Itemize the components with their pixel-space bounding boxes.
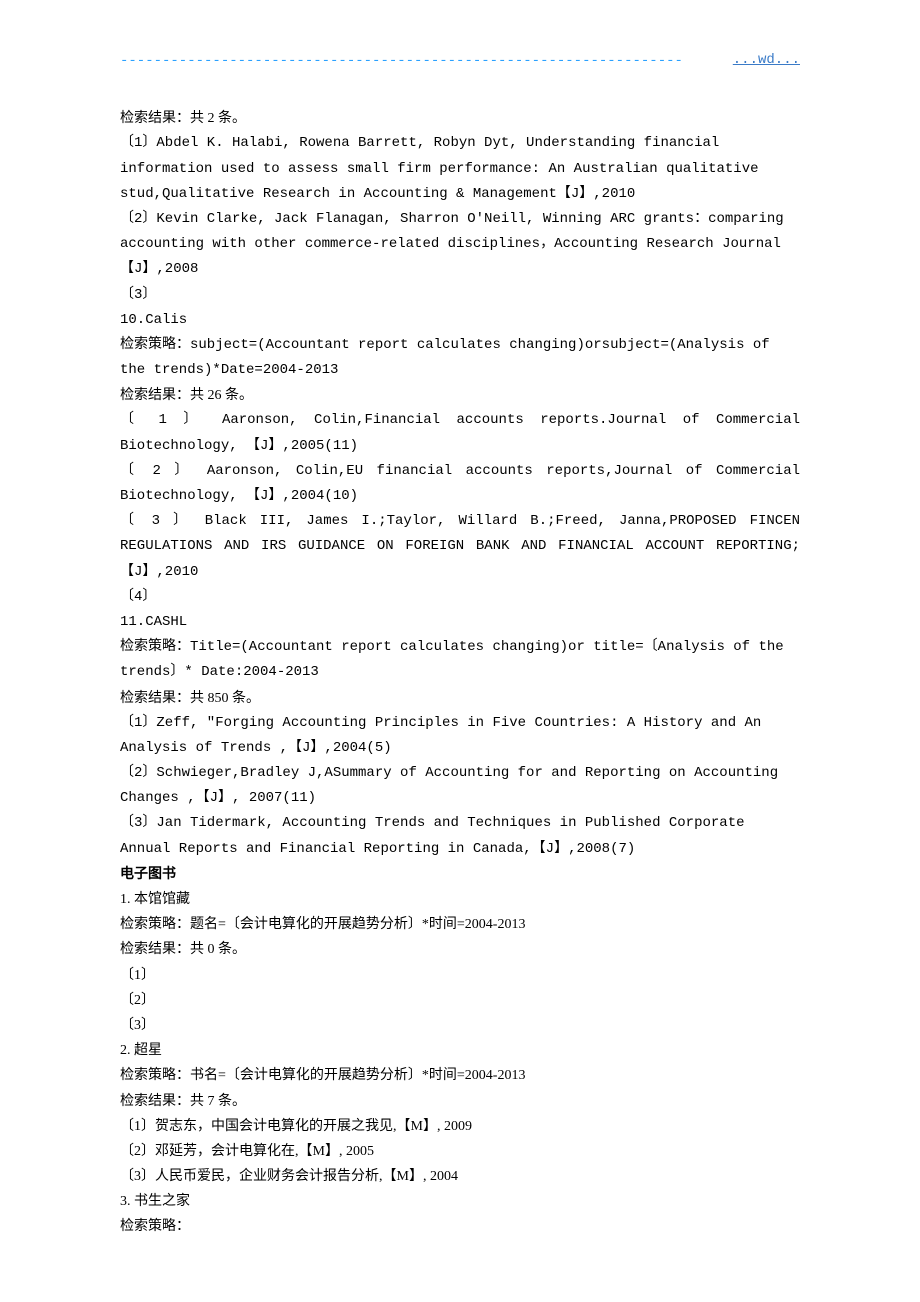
section-heading-11: 11.CASHL (120, 610, 800, 635)
citation-item: 〔2〕Schwieger,Bradley J,ASummary of Accou… (120, 761, 800, 811)
result-count: 检索结果：共 7 条。 (120, 1089, 800, 1114)
search-strategy: 检索策略：题名=〔会计电算化的开展趋势分析〕*时间=2004-2013 (120, 912, 800, 937)
ebook-section-title: 电子图书 (120, 862, 800, 887)
citation-item: 〔1〕贺志东，中国会计电算化的开展之我见,【M】, 2009 (120, 1114, 800, 1139)
citation-item: 〔3〕 (120, 283, 800, 308)
search-strategy: 检索策略：subject=(Accountant report calculat… (120, 333, 800, 383)
citation-item: 〔4〕 (120, 585, 800, 610)
result-count: 检索结果：共 850 条。 (120, 686, 800, 711)
citation-item: 〔 2 〕 Aaronson, Colin,EU financial accou… (120, 459, 800, 509)
citation-item: 〔1〕Abdel K. Halabi, Rowena Barrett, Roby… (120, 131, 800, 207)
citation-item: 〔2〕 (120, 988, 800, 1013)
result-count: 检索结果：共 2 条。 (120, 106, 800, 131)
section-heading-10: 10.Calis (120, 308, 800, 333)
citation-item: 〔3〕人民币爱民，企业财务会计报告分析,【M】, 2004 (120, 1164, 800, 1189)
header-wd-link: ...wd... (733, 48, 800, 73)
search-strategy: 检索策略：Title=(Accountant report calculates… (120, 635, 800, 685)
citation-item: 〔2〕邓延芳，会计电算化在,【M】, 2005 (120, 1139, 800, 1164)
search-strategy: 检索策略： (120, 1214, 800, 1239)
document-page: ...wd... -------------------------------… (0, 0, 920, 1300)
header-dashes: ----------------------------------------… (120, 53, 683, 69)
citation-item: 〔3〕 (120, 1013, 800, 1038)
citation-item: 〔2〕Kevin Clarke, Jack Flanagan, Sharron … (120, 207, 800, 283)
page-header: ...wd... -------------------------------… (120, 48, 800, 74)
ebook-sub2-title: 2. 超星 (120, 1038, 800, 1063)
search-strategy: 检索策略：书名=〔会计电算化的开展趋势分析〕*时间=2004-2013 (120, 1063, 800, 1088)
citation-item: 〔3〕Jan Tidermark, Accounting Trends and … (120, 811, 800, 861)
result-count: 检索结果：共 0 条。 (120, 937, 800, 962)
citation-item: 〔 3 〕 Black III, James I.;Taylor, Willar… (120, 509, 800, 585)
citation-item: 〔 1 〕 Aaronson, Colin,Financial accounts… (120, 408, 800, 458)
citation-item: 〔1〕Zeff, "Forging Accounting Principles … (120, 711, 800, 761)
result-count: 检索结果：共 26 条。 (120, 383, 800, 408)
ebook-sub1-title: 1. 本馆馆藏 (120, 887, 800, 912)
ebook-sub3-title: 3. 书生之家 (120, 1189, 800, 1214)
citation-item: 〔1〕 (120, 963, 800, 988)
